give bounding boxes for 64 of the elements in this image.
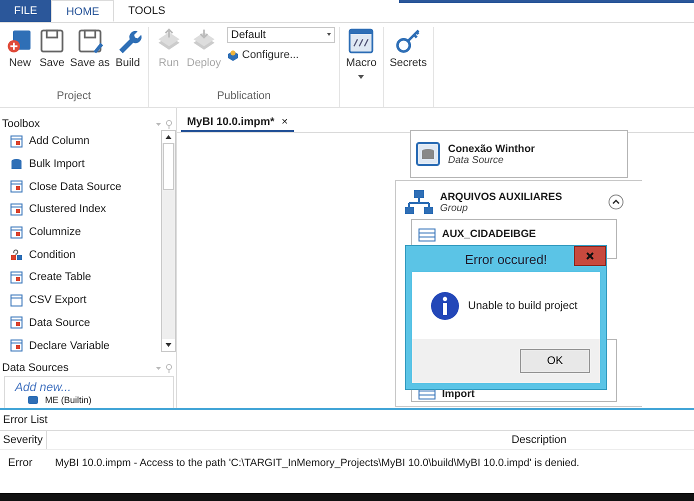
ribbon-tab[interactable]: HOME bbox=[51, 0, 114, 22]
ribbon-button[interactable]: New bbox=[4, 27, 36, 69]
ribbon-button[interactable]: Macro bbox=[344, 27, 379, 82]
ribbon-button[interactable]: Secrets bbox=[388, 27, 429, 69]
ribbon-tab[interactable]: TOOLS bbox=[114, 0, 180, 22]
scroll-down-icon[interactable] bbox=[162, 339, 175, 351]
panel-title: Data Sources bbox=[2, 362, 69, 374]
tool-icon bbox=[10, 270, 23, 284]
toolbox-item[interactable]: Add Column bbox=[4, 130, 161, 153]
configure-link[interactable]: Configure... bbox=[227, 49, 335, 61]
ribbon-icon bbox=[76, 27, 104, 55]
hierarchy-icon bbox=[404, 189, 434, 215]
tool-icon bbox=[10, 294, 23, 307]
add-new-link[interactable]: Add new... bbox=[5, 377, 173, 395]
toolbox-item[interactable]: Declare Variable bbox=[4, 334, 161, 352]
ribbon-icon bbox=[347, 27, 376, 55]
ok-button[interactable]: OK bbox=[520, 349, 590, 373]
toolbox-item[interactable]: Condition bbox=[4, 243, 161, 266]
toolbox-item[interactable]: Close Data Source bbox=[4, 175, 161, 198]
toolbox-item[interactable]: CSV Export bbox=[4, 288, 161, 312]
table-cell-text: MyBI 10.0.impm - Access to the path 'C:\TARGIT_InMemory_Projects\MyBI 10.0\build\MyBI 10.0.impd' is denied. bbox=[54, 456, 580, 471]
ribbon-button[interactable]: Build bbox=[112, 27, 144, 69]
info-icon bbox=[430, 290, 460, 320]
group-header[interactable]: ARQUIVOS AUXILIARES Group bbox=[396, 181, 642, 219]
tool-icon bbox=[10, 248, 23, 262]
tool-icon bbox=[10, 134, 23, 148]
collapse-button[interactable] bbox=[608, 194, 624, 210]
tool-icon bbox=[10, 339, 23, 352]
toolbox-item[interactable]: Clustered Index bbox=[4, 198, 161, 221]
box-icon bbox=[227, 49, 239, 61]
panel-title: Error List bbox=[2, 413, 49, 428]
file-menu-tab[interactable]: FILE bbox=[0, 0, 52, 22]
ribbon-group-label: Publication bbox=[216, 90, 272, 104]
tool-icon bbox=[10, 180, 23, 194]
profile-dropdown[interactable]: Default bbox=[227, 27, 335, 43]
data-source-node[interactable]: Conexão Winthor Data Source bbox=[410, 130, 628, 178]
close-tab-button[interactable]: × bbox=[281, 116, 288, 128]
toolbox-item[interactable]: Columnize bbox=[4, 220, 161, 244]
tool-icon bbox=[10, 202, 23, 216]
scroll-up-icon[interactable] bbox=[162, 131, 175, 143]
ribbon-button[interactable]: Save bbox=[36, 27, 68, 69]
column-header[interactable]: Description bbox=[47, 431, 694, 449]
toolbox-item[interactable]: Data Source bbox=[4, 312, 161, 334]
toolbox-item[interactable]: Create Table bbox=[4, 266, 161, 289]
panel-title: Toolbox bbox=[2, 118, 40, 130]
source-list-item[interactable]: ME (Builtin) bbox=[5, 395, 173, 405]
tool-icon bbox=[10, 316, 23, 330]
ribbon-group-label: Project bbox=[56, 90, 92, 104]
ribbon-icon bbox=[38, 27, 66, 55]
close-button[interactable] bbox=[574, 246, 606, 266]
database-icon bbox=[416, 142, 440, 166]
tool-icon bbox=[10, 226, 23, 239]
close-icon bbox=[585, 251, 595, 261]
ribbon-button[interactable]: Save as bbox=[68, 27, 112, 69]
database-icon bbox=[27, 395, 39, 405]
tool-icon bbox=[10, 158, 23, 171]
table-cell-text: Error bbox=[7, 456, 34, 471]
scroll-thumb[interactable] bbox=[163, 143, 174, 190]
column-header[interactable]: Severity bbox=[0, 431, 47, 449]
toolbox-item[interactable]: Bulk Import bbox=[4, 152, 161, 176]
table-icon bbox=[418, 228, 436, 242]
dialog-message: Unable to build project bbox=[468, 300, 578, 312]
scrollbar[interactable] bbox=[161, 130, 176, 352]
ribbon-icon bbox=[394, 27, 422, 55]
